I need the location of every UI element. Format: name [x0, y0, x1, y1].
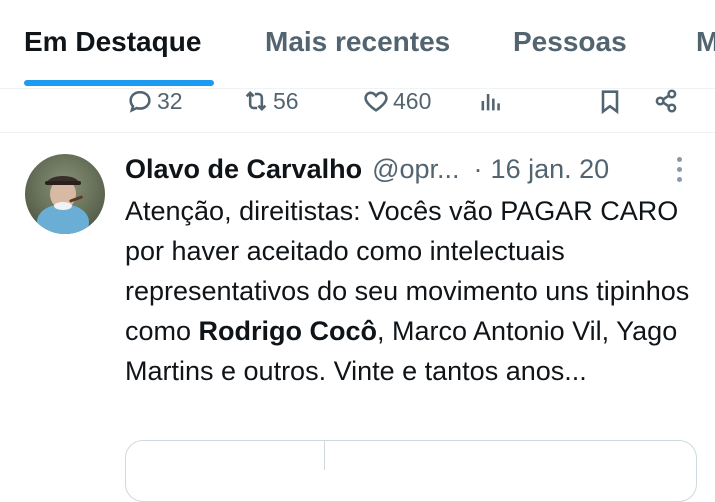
tweet-text: Atenção, direitistas: Vocês vão PAGAR CA… [125, 191, 695, 391]
quoted-card[interactable] [125, 440, 697, 502]
repost-count: 56 [273, 87, 299, 114]
like-count: 460 [393, 87, 432, 114]
avatar[interactable] [25, 154, 105, 234]
like-button[interactable]: 460 [362, 88, 431, 114]
more-options-button[interactable] [668, 154, 692, 186]
previous-tweet-actions: 32 56 460 [0, 88, 715, 133]
author-name[interactable]: Olavo de Carvalho [125, 154, 362, 185]
tab-em-destaque[interactable]: Em Destaque [24, 26, 201, 58]
more-icon [677, 157, 682, 162]
reply-count: 32 [157, 87, 183, 114]
analytics-icon [481, 94, 500, 111]
tab-pessoas[interactable]: Pessoas [513, 26, 627, 58]
share-button[interactable] [652, 88, 680, 114]
bookmark-icon [601, 90, 619, 115]
bookmark-button[interactable] [596, 88, 624, 115]
profile-photo [25, 154, 105, 234]
tweet-date[interactable]: 16 jan. 20 [491, 154, 610, 185]
author-handle[interactable]: @opr... [372, 154, 459, 185]
repost-icon [245, 91, 267, 111]
tab-mais-recentes[interactable]: Mais recentes [265, 26, 450, 58]
tweet-header: Olavo de Carvalho @opr... · 16 jan. 20 [125, 151, 665, 187]
heart-icon [364, 91, 388, 112]
separator-dot: · [473, 153, 483, 184]
tab-midia[interactable]: M [696, 26, 715, 58]
repost-button[interactable]: 56 [242, 88, 299, 114]
active-tab-indicator [24, 80, 214, 86]
tweet-text-bold: Rodrigo Cocô [198, 316, 378, 346]
share-icon [655, 89, 677, 113]
reply-icon [129, 90, 151, 113]
tab-bar: Em Destaque Mais recentes Pessoas M [0, 0, 715, 89]
card-divider [324, 440, 325, 470]
reply-button[interactable]: 32 [126, 88, 183, 114]
views-button[interactable] [477, 88, 505, 114]
